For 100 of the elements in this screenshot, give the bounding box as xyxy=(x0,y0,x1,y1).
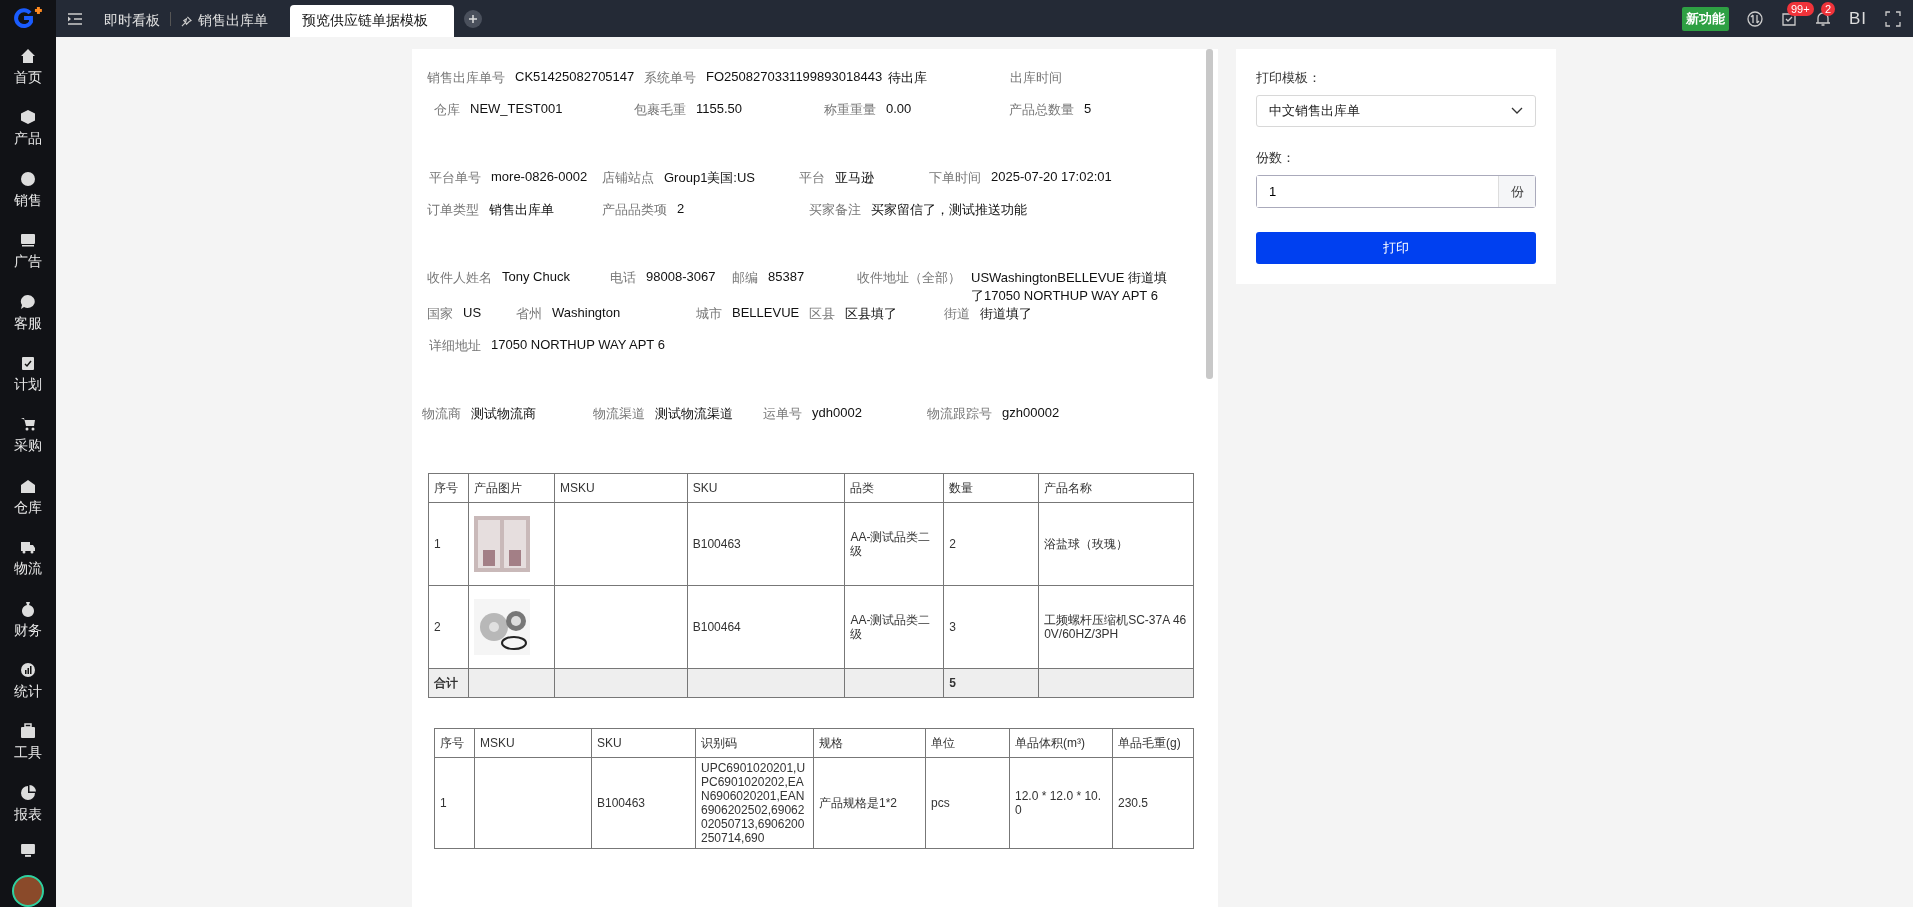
table-cell: 2 xyxy=(434,620,441,634)
field-value: Washington xyxy=(552,305,621,320)
column-header: MSKU xyxy=(474,728,592,758)
field-value: 买家留信了，测试推送功能 xyxy=(871,201,1027,219)
field-label: 产品品类项 xyxy=(602,201,667,219)
print-button[interactable]: 打印 xyxy=(1256,232,1536,264)
fullscreen-icon[interactable] xyxy=(1885,10,1901,27)
sidebar-item[interactable]: 计划 xyxy=(0,343,56,406)
menu-icon[interactable] xyxy=(68,12,82,25)
field-value: 2025-07-20 17:02:01 xyxy=(991,169,1112,184)
column-header: MSKU xyxy=(554,473,688,503)
field-label: 物流跟踪号 xyxy=(927,405,992,423)
table-cell: B100464 xyxy=(692,620,741,634)
sidebar-item[interactable]: 销售 xyxy=(0,159,56,221)
field-value: 17050 NORTHUP WAY APT 6 xyxy=(491,337,665,352)
warehouse-icon xyxy=(20,477,36,494)
field-value: more-0826-0002 xyxy=(491,169,588,184)
monitor-icon[interactable] xyxy=(20,843,36,859)
field-value: FO2508270331199893018443 xyxy=(706,69,883,84)
tab[interactable]: 预览供应链单据模板 xyxy=(290,5,454,37)
field-value: US xyxy=(463,305,482,320)
field-value: USWashingtonBELLEVUE 街道填了17050 NORTHUP WAY APT 6 xyxy=(971,269,1169,305)
column-header: 识别码 xyxy=(695,728,814,758)
field-value: 亚马逊 xyxy=(835,169,874,187)
sidebar-item[interactable]: 财务 xyxy=(0,589,56,651)
field-value: ydh0002 xyxy=(812,405,862,420)
sidebar-item[interactable]: 客服 xyxy=(0,282,56,344)
sidebar-item[interactable]: 采购 xyxy=(0,405,56,467)
field-label: 收件人姓名 xyxy=(427,269,492,287)
sidebar-item[interactable]: 工具 xyxy=(0,712,56,774)
tab[interactable]: 销售出库单 xyxy=(171,5,278,37)
field-label: 销售出库单号 xyxy=(427,69,505,87)
column-header: 序号 xyxy=(434,728,475,758)
sidebar-item[interactable]: 统计 xyxy=(0,650,56,713)
product-photo xyxy=(473,516,530,572)
table-cell-text: 12.0 * 12.0 * 10.0 xyxy=(1015,789,1103,817)
field-label: 国家 xyxy=(427,305,453,323)
notification-badge: 99+ xyxy=(1786,1,1814,16)
toolbox-icon xyxy=(20,723,36,740)
table-cell: B100463 xyxy=(597,796,646,810)
table-cell: 浴盐球（玫瑰） xyxy=(1044,537,1129,551)
field-label: 出库时间 xyxy=(1010,69,1062,87)
sidebar-item[interactable]: 产品 xyxy=(0,98,56,160)
field-value: BELLEVUE xyxy=(732,305,800,320)
logo-icon[interactable] xyxy=(13,7,43,29)
table-cell: B100463 xyxy=(692,537,741,551)
field-label: 邮编 xyxy=(732,269,758,287)
field-value: Tony Chuck xyxy=(502,269,570,284)
field-value: 测试物流商 xyxy=(471,405,536,423)
bar-chart-icon xyxy=(20,662,36,679)
table-cell: 1 xyxy=(440,796,447,810)
field-value: 5 xyxy=(1084,101,1092,116)
column-header: 单品毛重(g) xyxy=(1112,728,1194,758)
template-select[interactable]: 中文销售出库单 xyxy=(1256,95,1536,127)
field-value: 街道填了 xyxy=(980,305,1032,323)
field-label: 买家备注 xyxy=(809,201,861,219)
sidebar-item[interactable]: 物流 xyxy=(0,528,56,590)
column-header: SKU xyxy=(591,728,696,758)
table-cell-text: AA-测试品类二级 xyxy=(850,613,932,641)
field-value: 区县填了 xyxy=(845,305,897,323)
field-value: 待出库 xyxy=(888,69,927,87)
field-label: 下单时间 xyxy=(929,169,981,187)
tab[interactable]: 即时看板 xyxy=(94,5,170,37)
pie-chart-icon xyxy=(20,784,36,801)
input-suffix: 份 xyxy=(1498,176,1535,207)
field-label: 区县 xyxy=(809,305,835,323)
copies-field[interactable]: 1 份 xyxy=(1256,175,1536,208)
field-label: 详细地址 xyxy=(429,337,481,355)
column-header: 单品体积(m³) xyxy=(1009,728,1113,758)
sidebar-item[interactable]: 首页 xyxy=(0,36,56,99)
add-tab-button[interactable] xyxy=(464,9,482,28)
field-label: 街道 xyxy=(944,305,970,323)
notification-badge: 2 xyxy=(1820,1,1836,16)
field-label: 省州 xyxy=(516,305,542,323)
chevron-down-icon xyxy=(1511,107,1523,115)
field-label: 称重重量 xyxy=(824,101,876,119)
home-icon xyxy=(20,48,36,64)
field-value: gzh00002 xyxy=(1002,405,1060,420)
field-value: 销售出库单 xyxy=(489,201,554,219)
field-value: NEW_TEST001 xyxy=(470,101,563,116)
field-label: 运单号 xyxy=(763,405,802,423)
table-cell: 2 xyxy=(949,537,956,551)
ad-icon xyxy=(20,232,36,249)
user-avatar[interactable] xyxy=(12,874,44,907)
sidebar-item[interactable]: 广告 xyxy=(0,221,56,283)
field-value: CK51425082705147 xyxy=(515,69,635,84)
sidebar-item[interactable]: 报表 xyxy=(0,773,56,836)
table-cell: 1 xyxy=(434,537,441,551)
scrollbar[interactable] xyxy=(1206,49,1213,379)
sidebar-item[interactable]: 仓库 xyxy=(0,466,56,529)
field-label: 城市 xyxy=(696,305,722,323)
table-cell-text: UPC6901020201,UPC6901020202,EAN6906020201,EAN6906202502,6906202050713,6906200250714,690 xyxy=(701,761,807,845)
table-cell: 5 xyxy=(949,676,956,690)
field-label: 电话 xyxy=(610,269,636,287)
field-label: 店铺站点 xyxy=(602,169,654,187)
column-header: 品类 xyxy=(845,473,944,503)
swap-circle-icon[interactable] xyxy=(1746,10,1763,27)
bi-link[interactable]: BI xyxy=(1848,8,1867,29)
field-value: 98008-3067 xyxy=(646,269,716,284)
column-header: SKU xyxy=(687,473,845,503)
